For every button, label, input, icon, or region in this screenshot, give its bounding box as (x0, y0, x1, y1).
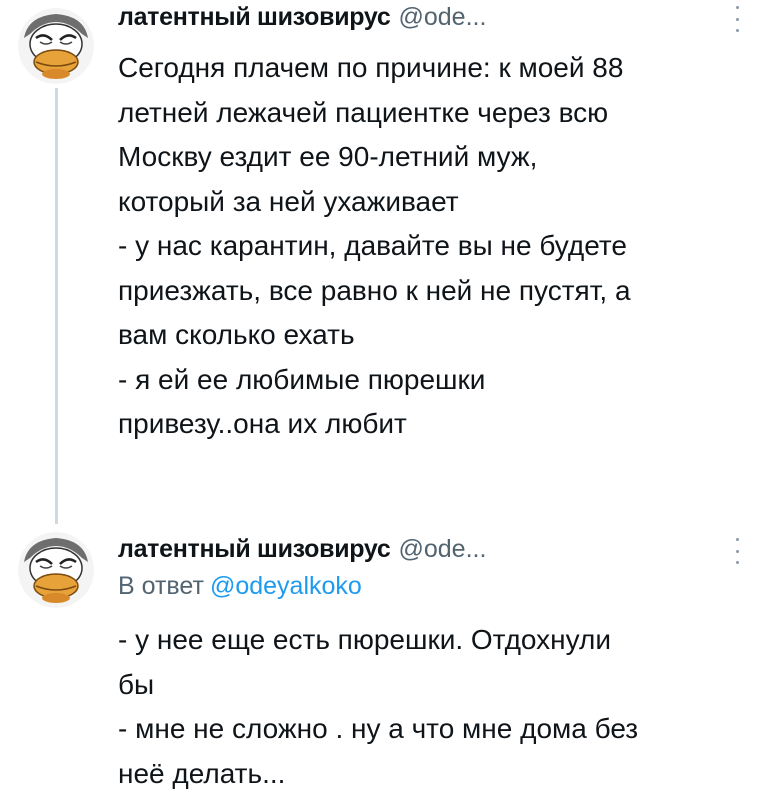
display-name[interactable]: латентный шизовирус (118, 3, 391, 32)
tweet-text-line: который за ней ухаживает (118, 185, 459, 217)
tweet[interactable]: латентный шизовирус @ode... Сегодня плач… (0, 0, 762, 524)
tweet-text-line: - я ей ее любимые пюрешки (118, 363, 486, 395)
user-handle[interactable]: @ode... (399, 535, 487, 564)
tweet-text-line: Сегодня плачем по причине: к моей 88 (118, 52, 624, 83)
thread-connector-line (55, 88, 58, 524)
tweet-text-line: - мне не сложно . ну а что мне дома без (118, 713, 639, 744)
tweet-header: латентный шизовирус @ode... (118, 0, 742, 34)
tweet-text-line: привезу..она их любит (118, 408, 407, 439)
duck-avatar-icon (18, 8, 94, 84)
duck-avatar-icon (18, 532, 94, 608)
tweet-text: - у нее еще есть пюрешки. Отдохнули бы -… (118, 618, 742, 796)
reply-mention-link[interactable]: @odeyalkoko (210, 572, 362, 600)
user-handle[interactable]: @ode... (399, 3, 487, 32)
tweet-text-line: - у нее еще есть пюрешки. Отдохнули (118, 624, 611, 655)
tweet-text-line: - у нас карантин, давайте вы не будете (118, 230, 627, 261)
tweet-header: латентный шизовирус @ode... (118, 532, 742, 566)
tweet-text-line: приезжать, все равно к ней не пустят, а (118, 274, 631, 306)
tweet-text-line: бы (118, 668, 155, 700)
tweet[interactable]: латентный шизовирус @ode... В ответ @odey… (0, 520, 762, 800)
tweet-text-line: Москву ездит ее 90-летний муж, (118, 141, 538, 172)
tweet-text-line: летней лежачей пациентке через всю (118, 96, 609, 128)
avatar[interactable] (18, 8, 94, 84)
tweet-text-line: вам сколько ехать (118, 319, 355, 350)
avatar[interactable] (18, 532, 94, 608)
tweet-text: Сегодня плачем по причине: к моей 88 лет… (118, 46, 742, 447)
tweet-text-line: неё делать... (118, 757, 286, 789)
reply-prefix: В ответ (118, 572, 204, 600)
display-name[interactable]: латентный шизовирус (118, 535, 391, 564)
more-vertical-icon[interactable] (730, 538, 744, 564)
more-vertical-icon[interactable] (730, 6, 744, 32)
reply-to-context: В ответ @odeyalkoko (118, 572, 362, 601)
